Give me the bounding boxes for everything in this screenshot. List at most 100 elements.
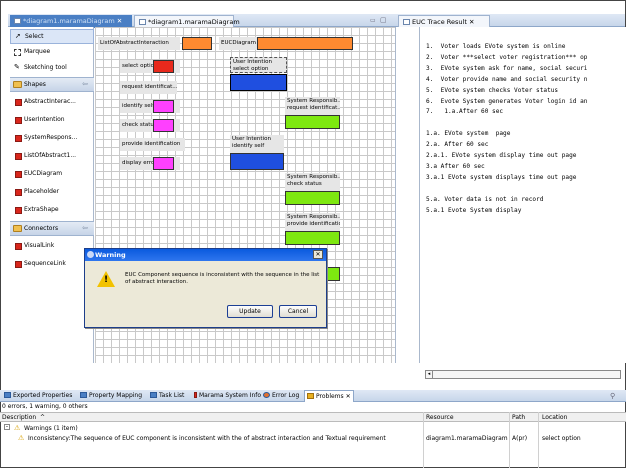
- close-icon[interactable]: ✕: [313, 250, 323, 259]
- palette-select-tool[interactable]: ➚ Select: [10, 29, 94, 44]
- list-header-box[interactable]: [182, 37, 212, 50]
- scroll-left-button[interactable]: ◂: [426, 371, 433, 378]
- tab-error-log[interactable]: Error Log: [261, 390, 301, 402]
- collapse-arrow-icon[interactable]: ⇦: [82, 80, 88, 88]
- euc-header-box[interactable]: [257, 37, 353, 50]
- label-line: select option: [233, 65, 269, 72]
- palette-shape-item[interactable]: EUCDiagram: [10, 167, 94, 182]
- close-icon[interactable]: ✕: [469, 18, 474, 26]
- update-button[interactable]: Update: [227, 305, 273, 318]
- filter-icon[interactable]: ⚲: [610, 392, 615, 400]
- shape-icon: [15, 189, 22, 196]
- tab-marama-system-info[interactable]: Marama System Info: [192, 390, 263, 402]
- abstract-item-box[interactable]: [153, 119, 174, 132]
- collapse-arrow-icon[interactable]: ⇦: [82, 224, 88, 232]
- tab-task-list[interactable]: Task List: [148, 390, 186, 402]
- problems-group-row[interactable]: - ⚠ Warnings (1 item): [0, 424, 626, 434]
- problems-table-header: Description ^ Resource Path Location: [0, 412, 626, 422]
- tab-property-mapping[interactable]: Property Mapping: [78, 390, 144, 402]
- palette-connector-item[interactable]: VisualLink: [10, 239, 94, 254]
- palette-connectors-drawer[interactable]: Connectors ⇦: [10, 221, 94, 236]
- warning-dialog: Warning ✕ ! EUC Component sequence is in…: [84, 248, 327, 328]
- abstract-item-label[interactable]: request identificat...: [120, 81, 177, 94]
- problem-path: A(pr): [512, 435, 528, 442]
- user-intention-box[interactable]: [230, 153, 284, 170]
- user-intention-box[interactable]: [230, 74, 287, 91]
- marquee-icon: [14, 49, 21, 56]
- palette-shape-label: Placeholder: [24, 188, 60, 195]
- tab-problems[interactable]: Problems ✕: [304, 390, 354, 402]
- palette-shape-item[interactable]: AbstractInterac...: [10, 95, 94, 110]
- minimize-icon[interactable]: ▭: [370, 17, 376, 24]
- problem-resource: diagram1.maramaDiagram: [426, 435, 508, 442]
- view-icon: [80, 392, 87, 398]
- label-line: System Responsib...: [287, 98, 340, 104]
- view-icon: [4, 392, 11, 398]
- system-responsibility-label[interactable]: System Responsib... request identificat.…: [285, 97, 340, 115]
- arrow-cursor-icon: ➚: [15, 32, 21, 40]
- warning-icon: ⚠: [14, 424, 21, 432]
- col-path[interactable]: Path: [512, 414, 525, 421]
- system-responsibility-label[interactable]: System Responsib... provide identificati…: [285, 213, 340, 231]
- palette-shape-label: ExtraShape: [24, 206, 59, 213]
- sort-arrow-icon: ^: [40, 414, 46, 421]
- maximize-icon[interactable]: ▢: [380, 16, 387, 24]
- collapse-icon[interactable]: -: [4, 424, 10, 430]
- palette-sketching-tool[interactable]: ✎ Sketching tool: [10, 61, 94, 76]
- diagram-file-icon: [14, 18, 21, 24]
- system-responsibility-box[interactable]: [285, 191, 340, 205]
- shape-icon: [15, 207, 22, 214]
- close-icon[interactable]: ✕: [117, 17, 122, 25]
- problems-summary: 0 errors, 1 warning, 0 others: [2, 403, 88, 410]
- trace-line: 5.a.1 Evote System display: [426, 206, 522, 214]
- palette-tool-label: Sketching tool: [24, 64, 67, 71]
- abstract-item-box[interactable]: [153, 157, 174, 170]
- shape-icon: [15, 99, 22, 106]
- palette-tool-label: Marquee: [24, 48, 51, 55]
- trace-line: 3.a After 60 sec: [426, 162, 485, 170]
- palette-connector-item[interactable]: SequenceLink: [10, 257, 94, 272]
- info-icon: [194, 392, 197, 398]
- drawer-label: Shapes: [24, 81, 46, 88]
- abstract-item-box[interactable]: [153, 60, 174, 73]
- view-icon: [403, 19, 410, 25]
- palette-connector-label: VisualLink: [24, 242, 55, 249]
- vertical-divider[interactable]: [395, 27, 419, 363]
- abstract-item-label[interactable]: provide identification: [120, 138, 185, 151]
- system-responsibility-label[interactable]: System Responsib... check status: [285, 173, 340, 191]
- palette-shape-item[interactable]: Placeholder: [10, 185, 94, 200]
- problems-icon: [307, 393, 314, 399]
- close-icon[interactable]: ✕: [346, 393, 351, 400]
- palette-shape-item[interactable]: SystemRespons...: [10, 131, 94, 146]
- list-of-abstract-interaction-label[interactable]: ListOfAbstractInteraction: [98, 37, 180, 50]
- label-line: System Responsib...: [287, 214, 340, 220]
- cancel-button[interactable]: Cancel: [279, 305, 317, 318]
- folder-icon: [13, 225, 22, 232]
- user-intention-label[interactable]: User Intention identify self: [230, 135, 284, 153]
- tab-exported-properties[interactable]: Exported Properties: [2, 390, 74, 402]
- col-location[interactable]: Location: [542, 414, 567, 421]
- palette-shape-item[interactable]: ListOfAbstract1...: [10, 149, 94, 164]
- abstract-item-box[interactable]: [153, 100, 174, 113]
- euc-diagram-label[interactable]: EUCDiagram: [219, 37, 259, 50]
- label-line: identify self: [232, 142, 265, 149]
- user-intention-label[interactable]: User Intention select option: [230, 57, 287, 73]
- palette-shapes-drawer[interactable]: Shapes ⇦: [10, 77, 94, 92]
- col-resource[interactable]: Resource: [426, 414, 454, 421]
- trace-line: 5. EVote system checks Voter status: [426, 86, 559, 94]
- trace-line: 2. Voter ***select voter registration***…: [426, 53, 588, 61]
- horizontal-scrollbar[interactable]: ◂: [425, 370, 621, 379]
- palette-shape-item[interactable]: UserIntention: [10, 113, 94, 128]
- tab-label: Exported Properties: [13, 392, 73, 399]
- trace-line: [426, 184, 626, 195]
- col-description[interactable]: Description: [2, 414, 36, 421]
- problems-warning-row[interactable]: ⚠ Inconsistency:The sequence of EUC comp…: [0, 434, 626, 444]
- trace-line: 7. 1.a.After 60 sec: [426, 108, 504, 116]
- trace-line: 1.a. EVote system page: [426, 130, 511, 138]
- system-responsibility-box[interactable]: [285, 231, 340, 245]
- group-label: Warnings (1 item): [24, 425, 78, 432]
- palette-marquee-tool[interactable]: Marquee: [10, 45, 94, 60]
- system-responsibility-box[interactable]: [285, 115, 340, 129]
- palette-shape-item[interactable]: ExtraShape: [10, 203, 94, 218]
- trace-line: 3. EVote system ask for name, social sec…: [426, 64, 588, 72]
